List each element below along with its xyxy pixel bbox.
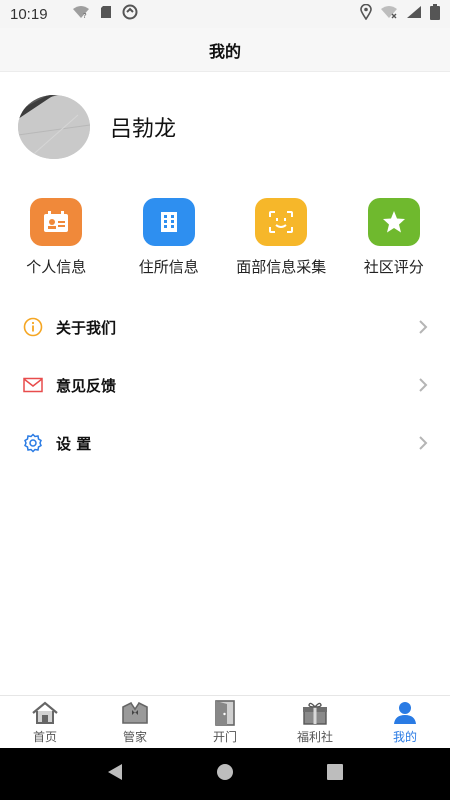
- wifi-off-icon: [380, 5, 398, 23]
- tab-open-door[interactable]: 开门: [180, 696, 270, 748]
- menu-list: 关于我们 意见反馈 设 置: [0, 298, 450, 472]
- location-icon: [360, 3, 372, 24]
- menu-item-label: 关于我们: [56, 318, 117, 337]
- quick-actions: 个人信息 住所信息 面部信息采集 社区评分: [0, 198, 450, 288]
- status-time: 10:19: [10, 5, 48, 23]
- tab-butler[interactable]: 管家: [90, 696, 180, 748]
- gift-icon: [300, 700, 330, 726]
- page-title: 我的: [208, 41, 241, 61]
- quick-action-community-score[interactable]: 社区评分: [338, 198, 450, 288]
- avatar[interactable]: [18, 95, 90, 159]
- tab-label: 管家: [122, 729, 147, 744]
- sync-icon: [122, 4, 138, 24]
- face-scan-icon: [255, 198, 308, 246]
- svg-text:?: ?: [83, 12, 87, 19]
- tab-home[interactable]: 首页: [0, 696, 90, 748]
- butler-icon: [120, 700, 150, 726]
- system-navigation-bar: [0, 748, 450, 800]
- menu-item-label: 意见反馈: [56, 376, 117, 395]
- quick-action-residence-info[interactable]: 住所信息: [113, 198, 226, 288]
- quick-action-label: 社区评分: [363, 258, 424, 276]
- recents-icon[interactable]: [326, 763, 344, 785]
- status-bar: 10:19 ?: [0, 0, 450, 28]
- header: 我的: [0, 28, 450, 72]
- building-icon: [142, 198, 195, 246]
- profile-section[interactable]: 吕勃龙: [0, 72, 450, 182]
- menu-item-label: 设 置: [56, 434, 92, 453]
- username: 吕勃龙: [110, 117, 177, 142]
- quick-action-label: 住所信息: [138, 258, 199, 276]
- chevron-right-icon: [416, 433, 430, 453]
- gear-icon: [22, 432, 44, 454]
- menu-item-feedback[interactable]: 意见反馈: [0, 356, 450, 414]
- mail-icon: [22, 374, 44, 396]
- quick-action-label: 面部信息采集: [236, 258, 327, 276]
- tab-mine[interactable]: 我的: [360, 696, 450, 748]
- info-icon: [22, 316, 44, 338]
- wifi-question-icon: ?: [72, 5, 90, 23]
- tab-label: 开门: [212, 729, 237, 744]
- person-icon: [390, 700, 420, 726]
- tab-label: 首页: [32, 729, 57, 744]
- quick-action-personal-info[interactable]: 个人信息: [0, 198, 113, 288]
- home-circle-icon[interactable]: [216, 763, 234, 785]
- tab-label: 我的: [392, 729, 417, 744]
- chevron-right-icon: [416, 317, 430, 337]
- door-icon: [210, 699, 240, 726]
- id-card-icon: [30, 198, 83, 246]
- bottom-tab-bar: 首页 管家 开门 福利社 我的: [0, 695, 450, 748]
- quick-action-face-capture[interactable]: 面部信息采集: [225, 198, 338, 288]
- back-icon[interactable]: [106, 763, 124, 785]
- tab-label: 福利社: [296, 729, 333, 744]
- chevron-right-icon: [416, 375, 430, 395]
- quick-action-label: 个人信息: [26, 258, 87, 276]
- signal-icon: [406, 5, 422, 23]
- star-icon: [367, 198, 420, 246]
- menu-item-about-us[interactable]: 关于我们: [0, 298, 450, 356]
- menu-item-settings[interactable]: 设 置: [0, 414, 450, 472]
- battery-icon: [430, 4, 440, 24]
- tab-welfare[interactable]: 福利社: [270, 696, 360, 748]
- sd-card-icon: [100, 5, 112, 23]
- home-icon: [30, 700, 60, 726]
